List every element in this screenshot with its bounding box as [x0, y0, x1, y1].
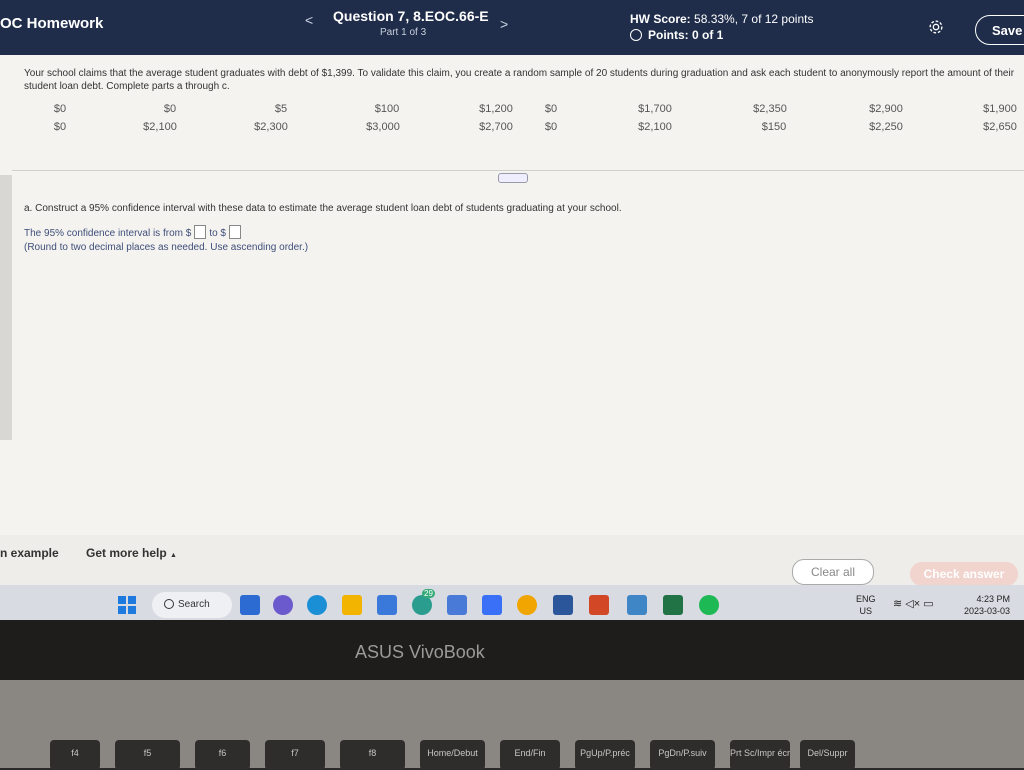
key-pgdn: PgDn/P.suiv — [650, 740, 715, 770]
task-view-icon[interactable] — [240, 595, 260, 615]
lang-line1: ENG — [856, 594, 876, 604]
ci-prefix: The 95% confidence interval is from $ — [24, 228, 192, 239]
teams-icon[interactable] — [273, 595, 293, 615]
excel-icon[interactable] — [663, 595, 683, 615]
question-part: Part 1 of 3 — [380, 27, 427, 38]
table-cell: $0 — [163, 103, 177, 115]
previous-question-button[interactable]: < — [305, 12, 313, 28]
edge-icon[interactable] — [307, 595, 327, 615]
divider — [12, 170, 1024, 171]
windows-start-icon[interactable] — [117, 595, 137, 615]
key-f7: f7 — [265, 740, 325, 770]
key-home: Home/Debut — [420, 740, 485, 770]
key-prtsc: Prt Sc/Impr écr — [730, 740, 790, 770]
help-label: Get more help — [86, 546, 167, 560]
powerpoint-icon[interactable] — [589, 595, 609, 615]
notification-badge: 29 — [422, 589, 435, 598]
problem-statement: Your school claims that the average stud… — [24, 68, 1015, 92]
chrome-icon[interactable] — [517, 595, 537, 615]
language-indicator[interactable]: ENG US — [856, 593, 876, 617]
table-cell: $2,100 — [638, 121, 672, 133]
ci-mid: to $ — [209, 228, 226, 239]
search-label: Search — [178, 599, 210, 610]
key-f4: f4 — [50, 740, 100, 770]
table-cell: $150 — [761, 121, 787, 133]
table-cell: $2,100 — [143, 121, 177, 133]
table-cell: $0 — [544, 121, 558, 133]
battery-icon: ▭ — [923, 598, 934, 610]
circle-icon — [630, 29, 642, 41]
table-cell: $0 — [544, 103, 558, 115]
caret-up-icon: ▲ — [170, 552, 177, 559]
table-cell: $2,900 — [869, 103, 903, 115]
table-cell: $100 — [374, 103, 400, 115]
store-icon[interactable] — [377, 595, 397, 615]
wifi-icon: ≋ — [893, 598, 903, 610]
top-bar: OC Homework < Question 7, 8.EOC.66-E Par… — [0, 0, 1024, 55]
key-pgup: PgUp/P.préc — [575, 740, 635, 770]
lower-bound-input[interactable] — [194, 225, 207, 239]
get-more-help-link[interactable]: Get more help ▲ — [86, 546, 177, 560]
key-f8: f8 — [340, 740, 405, 770]
part-a-prompt: a. Construct a 95% confidence interval w… — [24, 203, 622, 214]
key-del: Del/Suppr — [800, 740, 855, 770]
hw-score: HW Score: 58.33%, 7 of 12 points — [630, 12, 813, 26]
question-title: Question 7, 8.EOC.66-E — [333, 8, 489, 24]
table-cell: $3,000 — [366, 121, 400, 133]
table-cell: $2,350 — [753, 103, 787, 115]
scrollbar[interactable] — [0, 175, 12, 440]
table-cell: $1,700 — [638, 103, 672, 115]
app-icon[interactable] — [627, 595, 647, 615]
app-title: OC Homework — [0, 15, 104, 32]
question-footer: n example Get more help ▲ Clear all Chec… — [0, 535, 1024, 586]
clock[interactable]: 4:23 PM 2023-03-03 — [955, 593, 1010, 617]
brand-label: ASUS VivoBook — [355, 642, 485, 662]
laptop-bezel — [0, 620, 1024, 680]
keyboard: f4 f5 f6 f7 f8 Home/Debut End/Fin PgUp/P… — [0, 680, 1024, 770]
taskbar-search[interactable]: Search — [152, 592, 232, 618]
expand-more-button[interactable] — [498, 173, 528, 183]
spotify-icon[interactable] — [699, 595, 719, 615]
copilot-icon[interactable] — [482, 595, 502, 615]
confidence-interval-line: The 95% confidence interval is from $ to … — [24, 225, 244, 239]
view-example-link[interactable]: n example — [0, 546, 59, 560]
clear-all-button[interactable]: Clear all — [792, 559, 874, 585]
table-cell: $5 — [274, 103, 288, 115]
next-question-button[interactable]: > — [500, 16, 508, 32]
table-cell: $0 — [53, 121, 67, 133]
table-cell: $2,650 — [983, 121, 1017, 133]
upper-bound-input[interactable] — [229, 225, 241, 239]
file-explorer-icon[interactable] — [342, 595, 362, 615]
widget-icon[interactable]: 29 — [412, 589, 435, 615]
table-cell: $1,900 — [983, 103, 1017, 115]
lang-line2: US — [859, 606, 873, 616]
windows-taskbar: Search 29 ENG US ≋ ◁× ▭ 4:23 PM 2023-03-… — [0, 585, 1024, 620]
save-button[interactable]: Save — [975, 15, 1024, 45]
points-indicator: Points: 0 of 1 — [630, 28, 723, 42]
system-tray[interactable]: ≋ ◁× ▭ — [893, 597, 934, 610]
question-content: Your school claims that the average stud… — [0, 55, 1024, 535]
table-cell: $0 — [53, 103, 67, 115]
date: 2023-03-03 — [963, 606, 1010, 616]
gear-icon[interactable] — [927, 18, 945, 36]
table-cell: $2,300 — [254, 121, 288, 133]
key-end: End/Fin — [500, 740, 560, 770]
rounding-note: (Round to two decimal places as needed. … — [24, 242, 309, 253]
hw-score-label: HW Score: — [630, 12, 691, 26]
key-f6: f6 — [195, 740, 250, 770]
word-icon[interactable] — [553, 595, 573, 615]
table-cell: $2,250 — [869, 121, 903, 133]
volume-icon: ◁× — [905, 598, 921, 610]
browser-screen: OC Homework < Question 7, 8.EOC.66-E Par… — [0, 0, 1024, 620]
hw-score-value: 58.33%, 7 of 12 points — [694, 12, 814, 26]
check-answer-button[interactable]: Check answer — [910, 562, 1018, 586]
time: 4:23 PM — [976, 594, 1010, 604]
key-f5: f5 — [115, 740, 180, 770]
points-label: Points: 0 of 1 — [648, 28, 724, 42]
search-icon — [164, 599, 174, 609]
mcafee-icon[interactable] — [447, 595, 467, 615]
